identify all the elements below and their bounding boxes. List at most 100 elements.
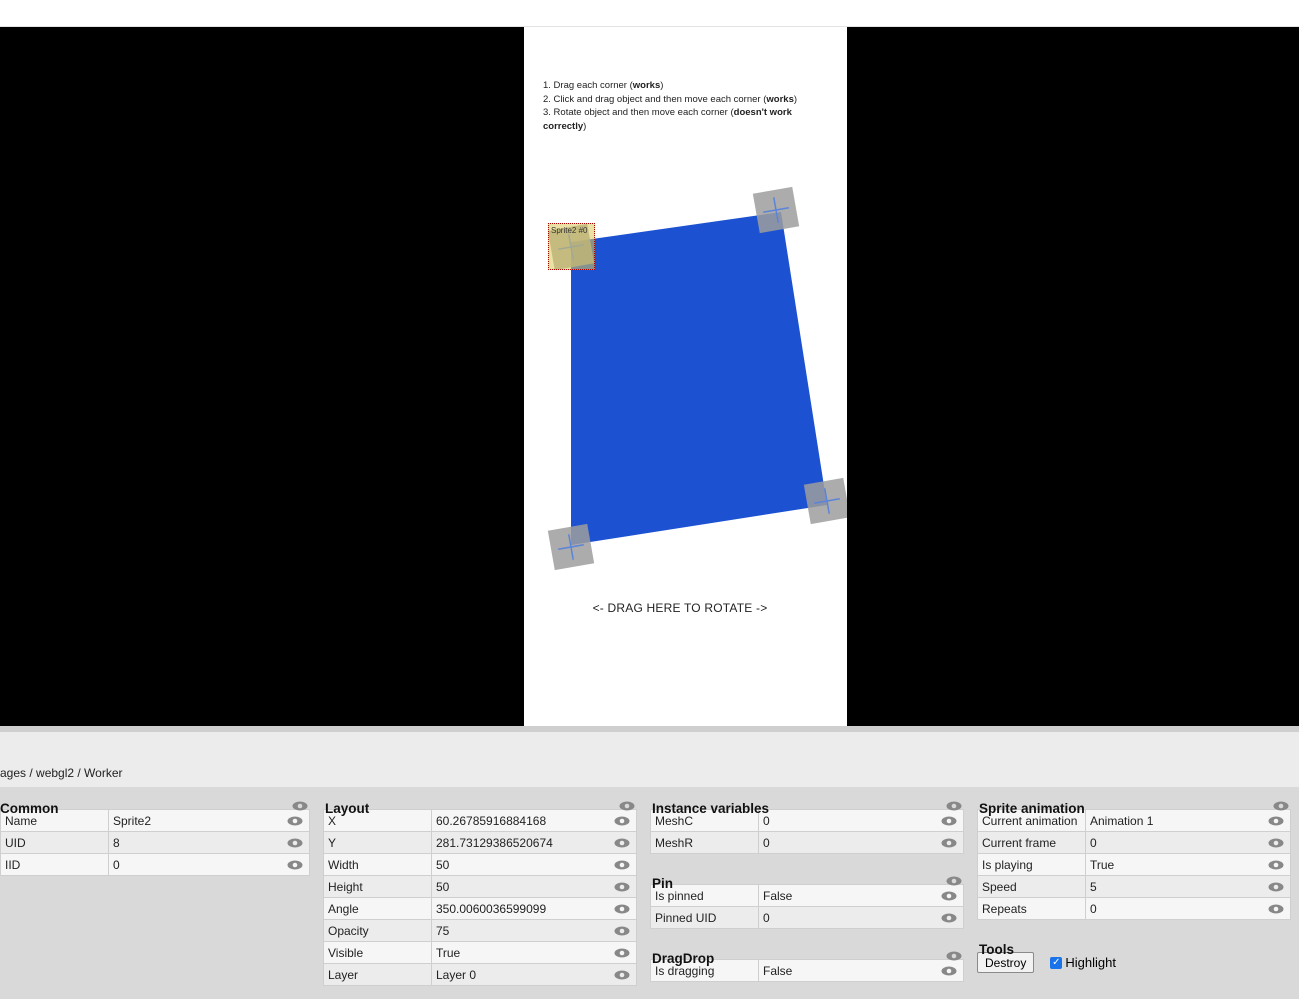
table-row: Is playing True <box>977 853 1291 876</box>
eye-icon[interactable] <box>941 891 957 901</box>
eye-icon[interactable] <box>614 926 630 936</box>
prop-value[interactable]: 75 <box>431 919 637 942</box>
prop-key: IID <box>0 853 109 876</box>
prop-key: Is pinned <box>650 884 759 907</box>
prop-value[interactable]: 0 <box>1085 897 1291 920</box>
highlighted-sprite[interactable]: Sprite2 #0 <box>548 223 595 270</box>
prop-value[interactable]: 5 <box>1085 875 1291 898</box>
eye-icon[interactable] <box>287 816 303 826</box>
table-row: Speed 5 <box>977 875 1291 898</box>
eye-icon[interactable] <box>614 948 630 958</box>
table-row: Is dragging False <box>650 959 964 982</box>
checkbox-checked-icon[interactable]: ✓ <box>1050 956 1063 969</box>
prop-key: Repeats <box>977 897 1086 920</box>
table-row: Layer Layer 0 <box>323 963 637 986</box>
eye-icon[interactable] <box>941 816 957 826</box>
prop-key: Speed <box>977 875 1086 898</box>
prop-value[interactable]: False <box>758 884 964 907</box>
eye-icon[interactable] <box>614 904 630 914</box>
game-canvas[interactable]: 1. Drag each corner (works) 2. Click and… <box>524 27 847 726</box>
table-row: X 60.26785916884168 <box>323 809 637 832</box>
debugger-panel: ages / webgl2 / Worker Common Name Sprite… <box>0 732 1299 999</box>
table-row: MeshR 0 <box>650 831 964 854</box>
table-row: Current frame 0 <box>977 831 1291 854</box>
eye-icon[interactable] <box>287 860 303 870</box>
prop-value[interactable]: 0 <box>108 853 310 876</box>
sprite-animation-table: Current animation Animation 1 Current fra… <box>977 809 1291 920</box>
highlight-label: Highlight <box>1065 955 1116 970</box>
eye-icon[interactable] <box>614 882 630 892</box>
highlight-toggle[interactable]: ✓ Highlight <box>1050 955 1116 970</box>
prop-key: Angle <box>323 897 432 920</box>
common-title: Common <box>0 787 310 816</box>
prop-value[interactable]: Sprite2 <box>108 809 310 832</box>
layout-title: Layout <box>323 787 637 816</box>
top-bar <box>0 0 1299 27</box>
corner-handle-top-right[interactable] <box>752 186 800 234</box>
prop-value[interactable]: 50 <box>431 875 637 898</box>
prop-value[interactable]: True <box>1085 853 1291 876</box>
breadcrumb: ages / webgl2 / Worker <box>0 766 123 780</box>
prop-value[interactable]: 0 <box>1085 831 1291 854</box>
sprite-animation-section: Sprite animation Current animation Animat… <box>977 787 1291 973</box>
instance-variables-section: Instance variables MeshC 0 MeshR 0 Pin Is … <box>650 787 964 982</box>
eye-icon[interactable] <box>941 966 957 976</box>
table-row: Visible True <box>323 941 637 964</box>
prop-value[interactable]: True <box>431 941 637 964</box>
eye-icon[interactable] <box>1268 860 1284 870</box>
prop-value[interactable]: False <box>758 959 964 982</box>
prop-value[interactable]: Layer 0 <box>431 963 637 986</box>
eye-icon[interactable] <box>941 838 957 848</box>
pin-title: Pin <box>650 862 964 891</box>
prop-key: Y <box>323 831 432 854</box>
dragdrop-table: Is dragging False <box>650 959 964 982</box>
prop-key: UID <box>0 831 109 854</box>
prop-value[interactable]: 0 <box>758 906 964 929</box>
instance-variables-table: MeshC 0 MeshR 0 <box>650 809 964 854</box>
corner-handle-bottom-right[interactable] <box>803 477 847 525</box>
prop-key: X <box>323 809 432 832</box>
eye-icon[interactable] <box>1268 816 1284 826</box>
eye-icon[interactable] <box>614 860 630 870</box>
table-row: Opacity 75 <box>323 919 637 942</box>
prop-key: Pinned UID <box>650 906 759 929</box>
prop-key: Current animation <box>977 809 1086 832</box>
prop-key: Is playing <box>977 853 1086 876</box>
rotate-drag-area[interactable]: <- DRAG HERE TO ROTATE -> <box>524 601 836 615</box>
prop-value[interactable]: Animation 1 <box>1085 809 1291 832</box>
table-row: Pinned UID 0 <box>650 906 964 929</box>
section-title: Tools <box>979 942 1014 957</box>
inspector-panels: Common Name Sprite2 UID 8 IID 0 Layout X 60.… <box>0 787 1299 999</box>
dragdrop-title: DragDrop <box>650 937 964 966</box>
eye-icon[interactable] <box>614 816 630 826</box>
prop-value[interactable]: 0 <box>758 809 964 832</box>
eye-icon[interactable] <box>1268 882 1284 892</box>
mesh-quad <box>547 186 847 571</box>
prop-value[interactable]: 281.73129386520674 <box>431 831 637 854</box>
sprite-animation-title: Sprite animation <box>977 787 1291 816</box>
prop-key: MeshC <box>650 809 759 832</box>
pin-table: Is pinned False Pinned UID 0 <box>650 884 964 929</box>
eye-icon[interactable] <box>1268 904 1284 914</box>
sprite-tag-label: Sprite2 #0 <box>551 226 588 235</box>
blue-quad <box>571 212 827 545</box>
eye-icon[interactable] <box>287 838 303 848</box>
eye-icon[interactable] <box>941 913 957 923</box>
table-row: UID 8 <box>0 831 310 854</box>
prop-value[interactable]: 0 <box>758 831 964 854</box>
eye-icon[interactable] <box>614 970 630 980</box>
table-row: Width 50 <box>323 853 637 876</box>
instance-variables-title: Instance variables <box>650 787 964 816</box>
corner-handle-bottom-left[interactable] <box>547 523 595 571</box>
eye-icon[interactable] <box>614 838 630 848</box>
prop-value[interactable]: 350.0060036599099 <box>431 897 637 920</box>
table-row: Current animation Animation 1 <box>977 809 1291 832</box>
tools-title: Tools <box>977 928 1291 957</box>
prop-value[interactable]: 50 <box>431 853 637 876</box>
eye-icon[interactable] <box>1268 838 1284 848</box>
prop-key: Layer <box>323 963 432 986</box>
game-stage: 1. Drag each corner (works) 2. Click and… <box>0 27 1299 726</box>
table-row: Repeats 0 <box>977 897 1291 920</box>
prop-value[interactable]: 8 <box>108 831 310 854</box>
prop-value[interactable]: 60.26785916884168 <box>431 809 637 832</box>
